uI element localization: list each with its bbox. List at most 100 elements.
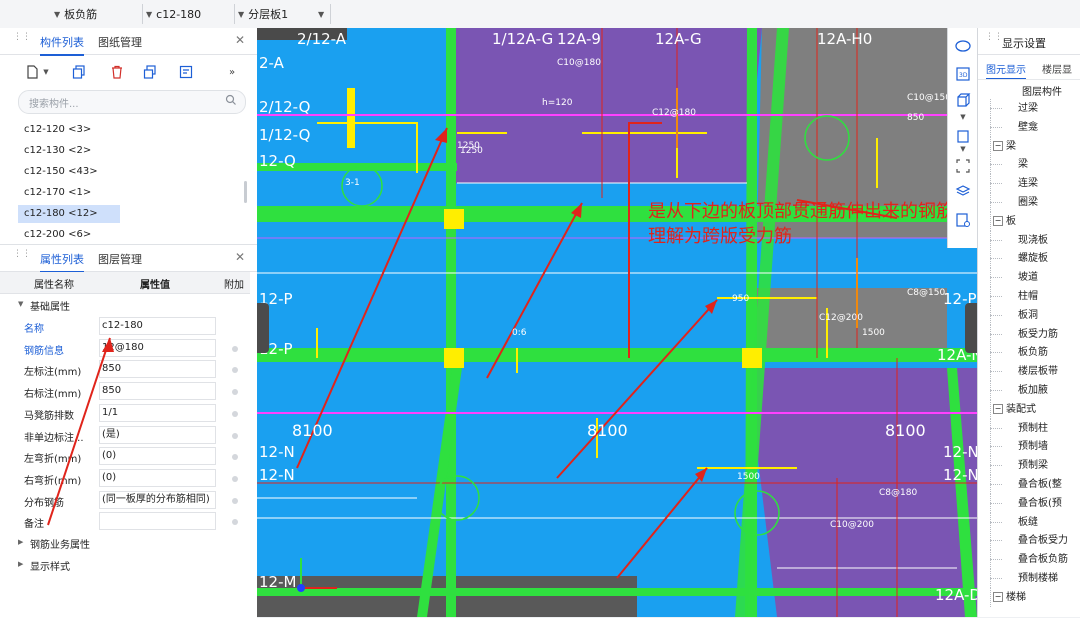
- display-tree-item[interactable]: 板受力筋: [978, 324, 1080, 344]
- display-tree-item[interactable]: 楼层板带: [978, 362, 1080, 382]
- chevron-down-icon[interactable]: ▼: [40, 62, 52, 82]
- left-collapse-handle[interactable]: [257, 303, 269, 353]
- component-list-item[interactable]: c12-130 <2>: [18, 142, 120, 160]
- display-tree-item[interactable]: 板加腋: [978, 381, 1080, 400]
- delete-icon[interactable]: [107, 62, 127, 82]
- list-scrollbar[interactable]: [244, 181, 247, 203]
- close-icon[interactable]: ✕: [235, 250, 245, 264]
- element-type-dropdown[interactable]: ▼ 板负筋: [54, 5, 144, 23]
- display-tree-item[interactable]: 板洞: [978, 305, 1080, 325]
- tree-line: [990, 136, 992, 156]
- drag-handle-icon[interactable]: ⋮⋮: [13, 33, 31, 47]
- display-tree-item[interactable]: 坡道: [978, 268, 1080, 288]
- property-value-field[interactable]: c12-180: [99, 317, 216, 335]
- layer-copy-icon[interactable]: [140, 62, 160, 82]
- display-tree-item[interactable]: − 楼梯: [978, 587, 1080, 607]
- display-tree-item[interactable]: 叠合板(整: [978, 475, 1080, 494]
- collapse-icon[interactable]: −: [993, 140, 1003, 151]
- display-tree-item[interactable]: 叠合板(预: [978, 493, 1080, 513]
- display-tree-item[interactable]: 梁: [978, 155, 1080, 175]
- display-tree-item[interactable]: 预制柱: [978, 418, 1080, 438]
- right-collapse-handle[interactable]: [965, 303, 977, 353]
- property-name: 钢筋信息: [24, 345, 64, 357]
- tree-line: [990, 314, 1002, 317]
- display-tree-item[interactable]: 叠合板负筋: [978, 550, 1080, 570]
- drag-handle-icon[interactable]: ⋮⋮: [13, 250, 31, 264]
- display-tree-item[interactable]: 预制楼梯: [978, 569, 1080, 588]
- display-tree-item[interactable]: 预制墙: [978, 437, 1080, 457]
- drawing-canvas[interactable]: 2/12-A 1/12A-G 12A-9 12A-G 12A-H0 2-A 2/12-Q 1/…: [257, 28, 977, 617]
- view-box-icon[interactable]: [953, 126, 973, 146]
- new-component-icon[interactable]: [22, 62, 42, 82]
- property-value-field[interactable]: (同一板厚的分布筋相同): [99, 490, 216, 509]
- display-tree-item[interactable]: 柱帽: [978, 287, 1080, 306]
- layer-visibility-icon[interactable]: [953, 182, 973, 202]
- collapse-icon[interactable]: −: [993, 403, 1003, 414]
- chevron-down-icon[interactable]: ▼: [953, 112, 973, 122]
- fit-window-icon[interactable]: [953, 156, 973, 176]
- chevron-down-icon[interactable]: ▼: [953, 144, 973, 154]
- display-tree-item[interactable]: 预制梁: [978, 456, 1080, 476]
- component-list-item[interactable]: c12-180 <12>: [18, 205, 120, 223]
- layer-dropdown[interactable]: ▼ 分层板1 ▼: [238, 5, 328, 23]
- property-value-field[interactable]: 850: [99, 382, 216, 401]
- tab-component-list[interactable]: 构件列表: [40, 34, 84, 56]
- display-tree-item[interactable]: 连梁: [978, 174, 1080, 194]
- close-icon[interactable]: ✕: [235, 33, 245, 47]
- display-tree-item[interactable]: 板负筋: [978, 343, 1080, 363]
- extra-toggle-icon[interactable]: [232, 345, 238, 352]
- section-rebar-properties[interactable]: ▶ 钢筋业务属性: [0, 533, 250, 553]
- settings-view-icon[interactable]: [953, 210, 973, 230]
- extra-toggle-icon[interactable]: [232, 410, 238, 417]
- tree-line: [990, 427, 1002, 430]
- cube-icon[interactable]: [953, 90, 973, 110]
- tab-floor-display[interactable]: 楼层显: [1042, 61, 1072, 76]
- property-value-field[interactable]: (是): [99, 425, 216, 444]
- section-display-style[interactable]: ▶ 显示样式: [0, 555, 250, 575]
- component-list-item[interactable]: c12-170 <1>: [18, 184, 120, 202]
- collapse-icon[interactable]: −: [993, 591, 1003, 602]
- component-search-input[interactable]: 搜索构件...: [18, 90, 246, 114]
- section-basic-properties[interactable]: ▼ 基础属性: [0, 295, 250, 315]
- property-value-field[interactable]: 1/1: [99, 403, 216, 422]
- extra-toggle-icon[interactable]: [232, 454, 238, 461]
- display-tree-item[interactable]: 螺旋板: [978, 249, 1080, 269]
- display-tree-item[interactable]: 壁龛: [978, 117, 1080, 137]
- collapse-icon[interactable]: −: [993, 215, 1003, 226]
- filter-icon[interactable]: [176, 62, 196, 82]
- display-tree-item[interactable]: 现浇板: [978, 230, 1080, 250]
- display-tree-item[interactable]: 圈梁: [978, 193, 1080, 212]
- element-name-dropdown[interactable]: ▼ c12-180: [146, 5, 236, 23]
- tab-property-list[interactable]: 属性列表: [40, 251, 84, 273]
- search-placeholder: 搜索构件...: [29, 99, 79, 110]
- extra-toggle-icon[interactable]: [232, 389, 238, 396]
- component-list-item[interactable]: c12-150 <43>: [18, 163, 120, 181]
- extra-toggle-icon[interactable]: [232, 475, 238, 482]
- property-value-field[interactable]: 850: [99, 360, 216, 379]
- property-value-field[interactable]: 12@180: [99, 338, 216, 357]
- 3d-view-icon[interactable]: 3D: [953, 64, 973, 84]
- display-tree-item[interactable]: − 板: [978, 211, 1080, 231]
- property-value-field[interactable]: (0): [99, 447, 216, 466]
- display-tree-item[interactable]: 板缝: [978, 512, 1080, 532]
- copy-icon[interactable]: [69, 62, 89, 82]
- more-icon[interactable]: »: [222, 62, 242, 82]
- property-value-field[interactable]: (0): [99, 468, 216, 487]
- display-tree-item[interactable]: − 梁: [978, 136, 1080, 156]
- orbit-icon[interactable]: [953, 36, 973, 56]
- drag-handle-icon[interactable]: ⋮⋮: [985, 33, 1003, 47]
- display-tree-item[interactable]: 过梁: [978, 99, 1080, 118]
- tab-layer-management[interactable]: 图层管理: [98, 251, 142, 267]
- display-tree-item[interactable]: 叠合板受力: [978, 531, 1080, 551]
- extra-toggle-icon[interactable]: [232, 367, 238, 374]
- tab-element-display[interactable]: 图元显示: [986, 61, 1026, 80]
- component-list-item[interactable]: c12-200 <6>: [18, 226, 120, 244]
- property-value-field[interactable]: [99, 512, 216, 531]
- property-row: 名称 c12-180: [0, 316, 250, 337]
- display-tree-item[interactable]: − 装配式: [978, 399, 1080, 419]
- extra-toggle-icon[interactable]: [232, 519, 238, 526]
- tab-drawing-management[interactable]: 图纸管理: [98, 34, 142, 50]
- extra-toggle-icon[interactable]: [232, 432, 238, 439]
- component-list-item[interactable]: c12-120 <3>: [18, 121, 120, 139]
- extra-toggle-icon[interactable]: [232, 497, 238, 504]
